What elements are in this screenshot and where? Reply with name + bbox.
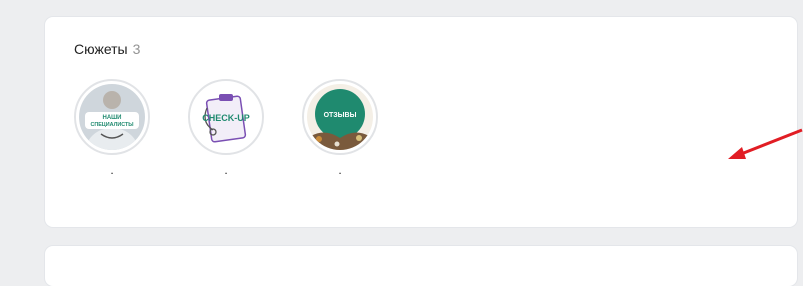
story-item-reviews[interactable]: ОТЗЫВЫ . (301, 79, 379, 178)
story-thumb-text: СПЕЦИАЛИСТЫ (90, 122, 133, 128)
story-thumbnail-checkup: CHECK-UP (193, 84, 259, 150)
story-thumb-text: CHECK-UP (202, 113, 250, 123)
next-card (45, 246, 797, 286)
story-ring[interactable]: ОТЗЫВЫ (302, 79, 378, 155)
stories-title: Сюжеты (74, 41, 128, 57)
story-thumb-text: НАШИ (102, 115, 121, 121)
story-ring[interactable]: НАШИ СПЕЦИАЛИСТЫ (74, 79, 150, 155)
story-thumbnail-reviews: ОТЗЫВЫ (307, 84, 373, 150)
story-item-checkup[interactable]: CHECK-UP . (187, 79, 265, 178)
stories-header: Сюжеты 3 (74, 41, 140, 57)
story-thumbnail-specialists: НАШИ СПЕЦИАЛИСТЫ (79, 84, 145, 150)
red-arrow-annotation (728, 128, 803, 159)
story-label: . (224, 163, 228, 177)
stories-count: 3 (132, 41, 141, 57)
story-item-specialists[interactable]: НАШИ СПЕЦИАЛИСТЫ . (73, 79, 151, 178)
story-thumb-text: ОТЗЫВЫ (324, 112, 357, 119)
story-ring[interactable]: CHECK-UP (188, 79, 264, 155)
story-label: . (338, 163, 342, 177)
stories-card: Сюжеты 3 НАШИ СПЕЦИАЛИСТЫ . CHECK-UP . О… (45, 17, 797, 227)
stories-list: НАШИ СПЕЦИАЛИСТЫ . CHECK-UP . ОТЗЫВЫ . (73, 79, 379, 178)
story-label: . (110, 163, 114, 177)
